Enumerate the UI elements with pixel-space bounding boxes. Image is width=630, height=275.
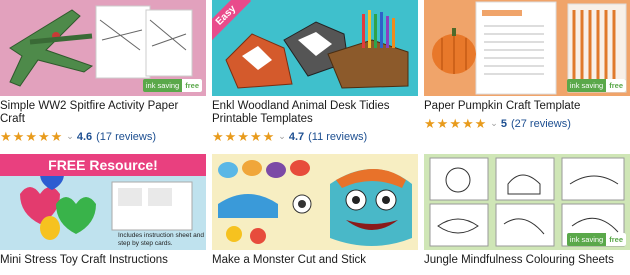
- rating-score: 5: [500, 117, 507, 130]
- star-rating: ★ ★ ★ ★ ★: [212, 130, 274, 143]
- product-title[interactable]: Paper Pumpkin Craft Template: [424, 100, 630, 113]
- chevron-down-icon[interactable]: ⌄: [490, 118, 498, 129]
- rating-row[interactable]: ★ ★ ★ ★ ★ ⌄ 4.7 (11 reviews): [212, 130, 418, 143]
- star-icon: ★: [262, 129, 275, 144]
- free-label: free: [606, 233, 626, 246]
- free-label: free: [182, 79, 202, 92]
- chevron-down-icon[interactable]: ⌄: [66, 131, 74, 142]
- star-icon: ★: [424, 116, 436, 131]
- instruction-note: Includes instruction sheet and step by s…: [118, 232, 204, 247]
- star-icon: ★: [12, 129, 25, 144]
- rating-row[interactable]: ★ ★ ★ ★ ★ ⌄ 5 (27 reviews): [424, 117, 630, 130]
- star-icon: ★: [237, 129, 249, 144]
- product-thumbnail[interactable]: [212, 154, 418, 250]
- product-card-pumpkin[interactable]: ink saving free Paper Pumpkin Craft Temp…: [424, 0, 630, 130]
- reviews-link[interactable]: (11 reviews): [308, 131, 367, 143]
- star-rating: ★ ★ ★ ★ ★: [424, 117, 486, 130]
- product-thumbnail[interactable]: FREE Resource! Includes instruction shee…: [0, 154, 206, 250]
- ink-saving-badge: ink saving free: [566, 233, 626, 246]
- product-card-jungle[interactable]: ink saving free Jungle Mindfulness Colou…: [424, 154, 630, 267]
- product-title[interactable]: Simple WW2 Spitfire Activity Paper Craft: [0, 100, 206, 126]
- star-icon: ★: [474, 116, 487, 131]
- chevron-down-icon[interactable]: ⌄: [278, 131, 286, 142]
- star-icon: ★: [25, 129, 37, 144]
- star-icon: ★: [212, 129, 224, 144]
- product-title[interactable]: Enkl Woodland Animal Desk Tidies Printab…: [212, 100, 418, 126]
- reviews-link[interactable]: (17 reviews): [96, 131, 156, 143]
- product-card-stress-toy[interactable]: FREE Resource! Includes instruction shee…: [0, 154, 206, 267]
- free-resource-banner: FREE Resource!: [0, 154, 206, 176]
- star-icon: ★: [50, 129, 63, 144]
- ink-saving-text: ink saving: [569, 235, 604, 244]
- rating-score: 4.6: [76, 130, 93, 143]
- star-icon: ★: [449, 116, 461, 131]
- product-card-woodland[interactable]: Easy Enkl Woodland Animal Desk Tidies Pr…: [212, 0, 418, 143]
- star-icon: ★: [436, 116, 449, 131]
- product-card-spitfire[interactable]: ink saving free Simple WW2 Spitfire Acti…: [0, 0, 206, 143]
- reviews-link[interactable]: (27 reviews): [511, 118, 571, 130]
- free-label: free: [606, 79, 626, 92]
- ink-saving-text: ink saving: [145, 81, 180, 90]
- star-icon: ★: [224, 129, 237, 144]
- product-thumbnail[interactable]: ink saving free: [424, 154, 630, 250]
- monster-cut-stick-illustration: [218, 160, 412, 246]
- rating-score: 4.7: [288, 130, 305, 143]
- product-thumbnail[interactable]: ink saving free: [0, 0, 206, 96]
- star-icon: ★: [249, 129, 262, 144]
- product-title[interactable]: Make a Monster Cut and Stick: [212, 254, 418, 267]
- product-thumbnail[interactable]: ink saving free: [424, 0, 630, 96]
- star-icon: ★: [0, 129, 12, 144]
- star-icon: ★: [461, 116, 474, 131]
- product-card-monster[interactable]: Make a Monster Cut and Stick: [212, 154, 418, 267]
- product-thumbnail[interactable]: Easy: [212, 0, 418, 96]
- star-icon: ★: [37, 129, 50, 144]
- rating-row[interactable]: ★ ★ ★ ★ ★ ⌄ 4.6 (17 reviews): [0, 130, 206, 143]
- ink-saving-text: ink saving: [569, 81, 604, 90]
- star-rating: ★ ★ ★ ★ ★: [0, 130, 62, 143]
- ink-saving-badge: ink saving free: [566, 79, 626, 92]
- product-title[interactable]: Mini Stress Toy Craft Instructions: [0, 254, 206, 267]
- ink-saving-badge: ink saving free: [142, 79, 202, 92]
- woodland-desk-tidy-illustration: [225, 10, 409, 89]
- product-title[interactable]: Jungle Mindfulness Colouring Sheets: [424, 254, 630, 267]
